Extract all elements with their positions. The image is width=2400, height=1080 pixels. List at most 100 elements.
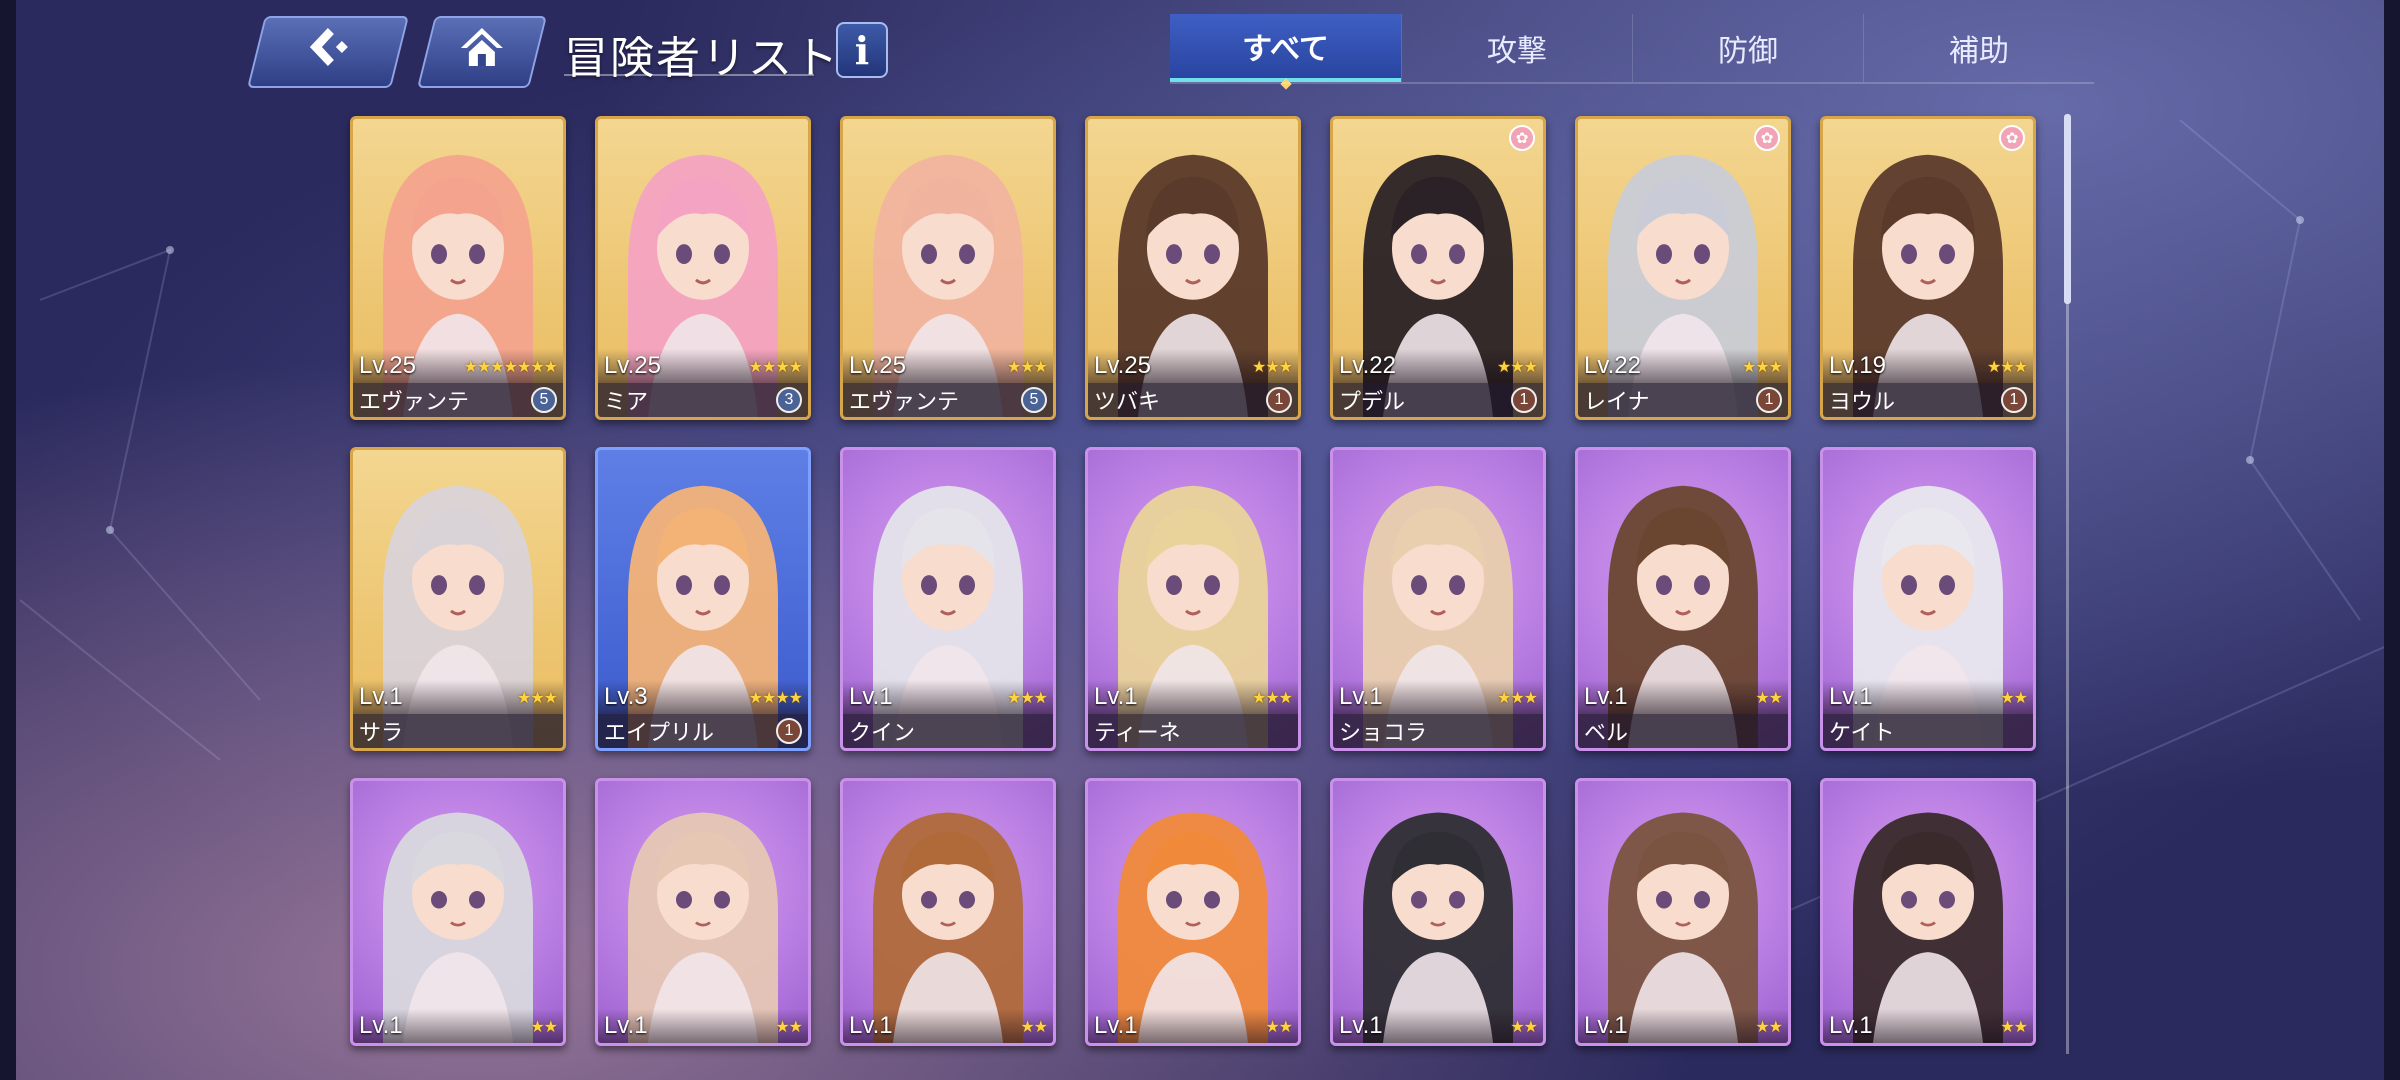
level-label: Lv.22 [1339,352,1396,379]
adventurer-card[interactable]: ✿ Lv.22 ★★★ プデル 1 [1330,116,1546,420]
scrollbar-thumb[interactable] [2064,114,2071,304]
adventurer-card[interactable]: Lv.3 ★★★★ エイプリル 1 [595,447,811,751]
adventurer-card[interactable]: Lv.25 ★★★★★★★ エヴァンテ 5 [350,116,566,420]
character-name: エイプリル [604,721,715,746]
name-bar: プデル 1 [1333,383,1543,417]
adventurer-card[interactable]: Lv.1 ★★★ ティーネ [1085,447,1301,751]
name-bar: ツバキ 1 [1088,383,1298,417]
back-button[interactable] [247,16,409,88]
level-label: Lv.25 [359,352,416,379]
title-underline [564,74,814,76]
level-bar: Lv.22 ★★★ [1333,349,1543,383]
level-label: Lv.1 [359,683,403,710]
character-portrait [1608,812,1758,1043]
tabs-divider [1170,82,2094,84]
tab-support[interactable]: 補助 [1863,14,2094,82]
character-name: エヴァンテ [359,390,470,415]
adventurer-card[interactable]: Lv.1 ★★ [1085,778,1301,1046]
tab-defense[interactable]: 防御 [1632,14,1863,82]
level-label: Lv.1 [1584,683,1628,710]
level-bar: Lv.25 ★★★ [843,349,1053,383]
level-label: Lv.1 [1094,1012,1138,1039]
adventurer-card[interactable]: Lv.25 ★★★ ツバキ 1 [1085,116,1301,420]
star-rating: ★★ [1755,687,1783,707]
tab-all[interactable]: すべて [1170,14,1401,82]
adventurer-card[interactable]: Lv.1 ★★ [350,778,566,1046]
level-label: Lv.1 [1829,1012,1873,1039]
name-bar: ショコラ [1333,714,1543,748]
character-portrait [1853,812,2003,1043]
star-rating: ★★ [775,1016,803,1036]
rank-badge: 3 [776,387,802,413]
adventurer-card[interactable]: Lv.1 ★★ [840,778,1056,1046]
name-bar: ヨウル 1 [1823,383,2033,417]
level-label: Lv.3 [604,683,648,710]
level-bar: Lv.1 ★★ [1333,1009,1543,1043]
star-rating: ★★★ [1496,687,1538,707]
star-rating: ★★ [2000,1016,2028,1036]
back-arrow-icon [298,22,358,83]
adventurer-card[interactable]: Lv.1 ★★ [595,778,811,1046]
character-name: クイン [849,721,916,746]
star-rating: ★★★ [1006,356,1048,376]
character-name: ヨウル [1829,390,1896,415]
adventurer-card[interactable]: Lv.1 ★★ [1820,778,2036,1046]
star-rating: ★★★ [1006,687,1048,707]
name-bar: エヴァンテ 5 [353,383,563,417]
home-icon [457,24,507,81]
info-button[interactable]: i [836,22,888,78]
level-bar: Lv.1 ★★ [1578,1009,1788,1043]
tab-attack[interactable]: 攻撃 [1401,14,1632,82]
star-rating: ★★★★★★★ [463,356,558,376]
character-name: サラ [359,721,404,746]
level-bar: Lv.22 ★★★ [1578,349,1788,383]
level-bar: Lv.1 ★★ [1823,680,2033,714]
page-title: 冒険者リスト [564,33,840,84]
level-bar: Lv.25 ★★★★★★★ [353,349,563,383]
level-label: Lv.25 [1094,352,1151,379]
character-name: プデル [1339,390,1406,415]
adventurer-card[interactable]: Lv.25 ★★★★ ミア 3 [595,116,811,420]
level-label: Lv.1 [1584,1012,1628,1039]
level-bar: Lv.19 ★★★ [1823,349,2033,383]
adventurer-card[interactable]: Lv.1 ★★★ クイン [840,447,1056,751]
adventurer-card[interactable]: Lv.1 ★★ ケイト [1820,447,2036,751]
character-name: ティーネ [1094,721,1181,746]
name-bar: ケイト [1823,714,2033,748]
level-label: Lv.1 [1094,683,1138,710]
character-name: ベル [1584,721,1629,746]
rank-badge: 1 [1266,387,1292,413]
character-name: ショコラ [1339,721,1428,746]
level-label: Lv.19 [1829,352,1886,379]
name-bar: ベル [1578,714,1788,748]
character-name: エヴァンテ [849,390,960,415]
rank-badge: 5 [1021,387,1047,413]
character-name: ツバキ [1094,390,1161,415]
screen-edge-left [0,0,16,1080]
level-bar: Lv.1 ★★ [1088,1009,1298,1043]
star-rating: ★★ [1020,1016,1048,1036]
level-label: Lv.1 [1339,683,1383,710]
rank-badge: 1 [2001,387,2027,413]
paw-icon: ✿ [1999,125,2025,151]
adventurer-card[interactable]: Lv.25 ★★★ エヴァンテ 5 [840,116,1056,420]
adventurer-card[interactable]: Lv.1 ★★ [1575,778,1791,1046]
adventurer-card[interactable]: Lv.1 ★★ ベル [1575,447,1791,751]
adventurer-card[interactable]: Lv.1 ★★★ サラ [350,447,566,751]
screen-edge-right [2384,0,2400,1080]
star-rating: ★★★★ [748,687,803,707]
adventurer-card[interactable]: Lv.1 ★★★ ショコラ [1330,447,1546,751]
adventurer-card[interactable]: ✿ Lv.19 ★★★ ヨウル 1 [1820,116,2036,420]
level-label: Lv.1 [849,1012,893,1039]
level-bar: Lv.1 ★★★ [353,680,563,714]
level-bar: Lv.1 ★★★ [843,680,1053,714]
home-button[interactable] [417,16,547,88]
level-bar: Lv.3 ★★★★ [598,680,808,714]
level-bar: Lv.1 ★★ [843,1009,1053,1043]
level-bar: Lv.25 ★★★★ [598,349,808,383]
name-bar: エヴァンテ 5 [843,383,1053,417]
adventurer-card[interactable]: Lv.1 ★★ [1330,778,1546,1046]
adventurer-card[interactable]: ✿ Lv.22 ★★★ レイナ 1 [1575,116,1791,420]
level-bar: Lv.25 ★★★ [1088,349,1298,383]
level-label: Lv.1 [604,1012,648,1039]
